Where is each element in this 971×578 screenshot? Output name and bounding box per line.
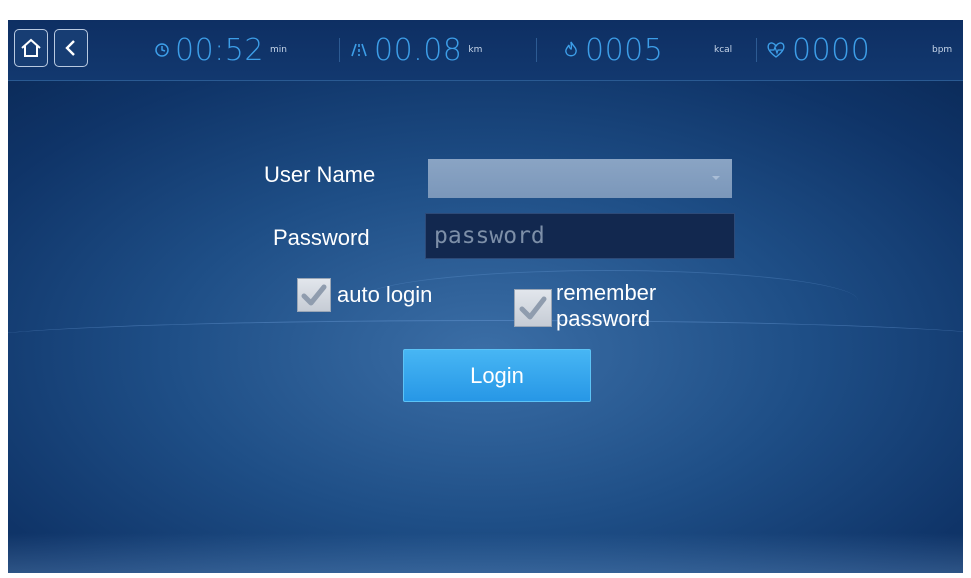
calories-metric: 0005 bbox=[563, 20, 663, 80]
chevron-down-icon[interactable] bbox=[712, 176, 720, 180]
back-button[interactable] bbox=[54, 29, 88, 67]
distance-metric: 00.08 km bbox=[350, 20, 482, 80]
remember-label-line2: password bbox=[556, 306, 651, 331]
divider bbox=[756, 38, 757, 62]
distance-value: 00.08 bbox=[374, 32, 463, 68]
top-status-bar: 00:52 min 00.08 km 0005 kcal 0000 bpm bbox=[8, 20, 963, 81]
home-button[interactable] bbox=[14, 29, 48, 67]
calories-value: 0005 bbox=[585, 32, 664, 68]
road-icon bbox=[351, 43, 367, 57]
heart-rate-unit: bpm bbox=[932, 45, 953, 55]
flame-icon bbox=[565, 41, 577, 57]
divider bbox=[339, 38, 340, 62]
heart-rate-value: 0000 bbox=[792, 32, 871, 68]
remember-password-label[interactable]: remember password bbox=[556, 280, 656, 332]
login-button[interactable]: Login bbox=[403, 349, 591, 402]
check-icon bbox=[519, 296, 547, 320]
username-label: User Name bbox=[264, 162, 376, 187]
bottom-glow bbox=[8, 533, 963, 573]
time-value: 00:52 bbox=[175, 32, 264, 68]
time-metric: 00:52 min bbox=[154, 20, 287, 80]
clock-icon bbox=[155, 43, 169, 57]
heart-rate-metric: 0000 bbox=[766, 20, 870, 80]
time-unit: min bbox=[269, 45, 287, 55]
distance-unit: km bbox=[468, 45, 483, 55]
home-icon bbox=[21, 38, 41, 57]
divider bbox=[536, 38, 537, 62]
auto-login-label[interactable]: auto login bbox=[337, 282, 432, 308]
password-input[interactable] bbox=[425, 213, 735, 259]
heart-icon bbox=[767, 42, 785, 58]
check-icon bbox=[301, 284, 327, 306]
password-label: Password bbox=[273, 225, 370, 250]
app-screen: 00:52 min 00.08 km 0005 kcal 0000 bpm Us… bbox=[8, 20, 963, 573]
auto-login-checkbox[interactable] bbox=[297, 278, 331, 312]
remember-password-checkbox[interactable] bbox=[514, 289, 552, 327]
remember-label-line1: remember bbox=[556, 280, 657, 305]
back-icon bbox=[65, 40, 75, 56]
calories-unit: kcal bbox=[714, 45, 733, 55]
username-select[interactable] bbox=[428, 159, 732, 198]
